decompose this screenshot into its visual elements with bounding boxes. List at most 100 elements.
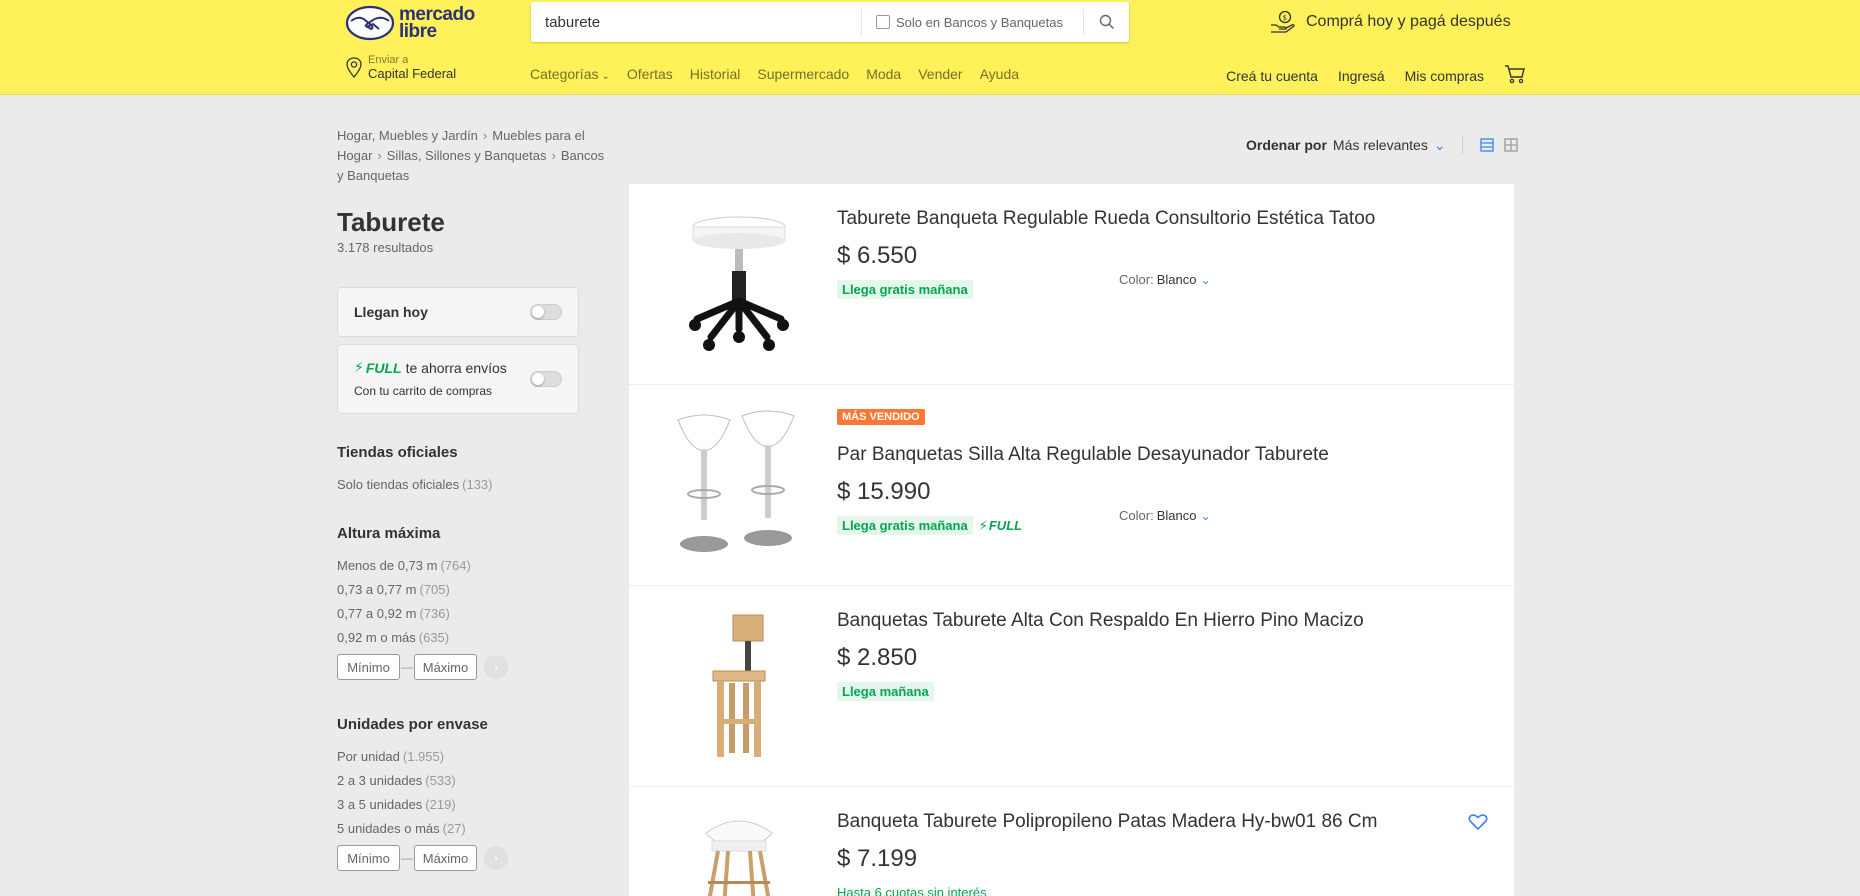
color-variant[interactable]: Color: Blanco ⌄ — [1119, 508, 1211, 523]
filter-option-count: (133) — [462, 477, 493, 492]
search-bar: Solo en Bancos y Banquetas — [531, 2, 1129, 42]
full-brand-text: FULL — [365, 359, 402, 376]
cart-icon — [1505, 65, 1525, 84]
results-list: Taburete Banqueta Regulable Rueda Consul… — [629, 184, 1514, 896]
cart-button[interactable] — [1504, 64, 1526, 87]
filter-option[interactable]: 0,77 a 0,92 m (736) — [337, 602, 607, 626]
chevron-right-icon: › — [377, 148, 382, 163]
result-item[interactable]: Banqueta Taburete Polipropileno Patas Ma… — [629, 787, 1514, 896]
filter-option-label: 3 a 5 unidades — [337, 797, 423, 812]
installments-info: Hasta 6 cuotas sin interés — [837, 885, 987, 896]
same-day-filter[interactable]: Llegan hoy — [337, 287, 579, 337]
height-range: Mínimo — Máximo › — [337, 654, 607, 680]
nav-vender[interactable]: Vender — [918, 66, 962, 82]
grid-view-icon[interactable] — [1503, 137, 1519, 153]
shipping-badge: Llega mañana — [837, 682, 934, 701]
filter-option-count: (1.955) — [402, 749, 445, 764]
shipping-location[interactable]: Enviar a Capital Federal — [344, 54, 456, 81]
range-max-input[interactable]: Máximo — [414, 654, 477, 680]
chevron-right-icon: › — [494, 660, 498, 674]
product-image[interactable] — [669, 606, 809, 766]
range-min-input[interactable]: Mínimo — [337, 845, 400, 871]
filter-option-label: 0,73 a 0,77 m — [337, 582, 417, 597]
chevron-right-icon: › — [482, 128, 488, 143]
nav-ayuda[interactable]: Ayuda — [980, 66, 1019, 82]
filter-option[interactable]: Solo tiendas oficiales (133) — [337, 473, 607, 497]
full-toggle[interactable] — [530, 371, 562, 387]
nav-categorias[interactable]: Categorías ⌄ — [530, 66, 610, 82]
product-image[interactable] — [669, 204, 809, 364]
shipping-badge: Llega gratis mañana — [837, 516, 973, 535]
mercadolibre-logo[interactable]: mercado libre — [345, 4, 480, 42]
result-item[interactable]: MÁS VENDIDO Par Banquetas Silla Alta Reg… — [629, 385, 1514, 586]
filter-option[interactable]: 5 unidades o más (27) — [337, 817, 607, 841]
search-button[interactable] — [1083, 9, 1129, 35]
list-view-icon[interactable] — [1479, 137, 1495, 153]
filter-option-label: 0,77 a 0,92 m — [337, 606, 417, 621]
range-dash: — — [401, 851, 413, 865]
shipping-info: Llega gratis mañana — [837, 280, 973, 299]
my-purchases-link[interactable]: Mis compras — [1405, 68, 1484, 84]
range-apply-button[interactable]: › — [484, 846, 508, 870]
product-title[interactable]: Par Banquetas Silla Alta Regulable Desay… — [837, 444, 1329, 466]
full-filter[interactable]: ⚡ FULL te ahorra envíos Con tu carrito de… — [337, 344, 579, 414]
result-item[interactable]: Taburete Banqueta Regulable Rueda Consul… — [629, 184, 1514, 385]
divider — [1461, 136, 1463, 154]
filter-group-title: Unidades por envase — [337, 716, 488, 733]
sort-label: Ordenar por — [1246, 137, 1327, 153]
product-image[interactable] — [669, 405, 809, 565]
login-link[interactable]: Ingresá — [1338, 68, 1385, 84]
bar-stools-pair-image — [677, 410, 795, 552]
chevron-right-icon: › — [551, 148, 556, 163]
breadcrumb-item[interactable]: Sillas, Sillones y Banquetas — [387, 148, 547, 163]
filter-option-label: 2 a 3 unidades — [337, 773, 423, 788]
filter-option[interactable]: 3 a 5 unidades (219) — [337, 793, 607, 817]
product-title[interactable]: Banquetas Taburete Alta Con Respaldo En … — [837, 610, 1364, 632]
product-title[interactable]: Taburete Banqueta Regulable Rueda Consul… — [837, 208, 1375, 230]
product-price: $ 2.850 — [837, 644, 918, 671]
range-dash: — — [401, 660, 413, 674]
nav-supermercado[interactable]: Supermercado — [757, 66, 849, 82]
chevron-down-icon: ⌄ — [1200, 272, 1211, 287]
shipping-info: Llega mañana — [837, 682, 934, 701]
filter-option-label: Por unidad — [337, 749, 400, 764]
same-day-toggle[interactable] — [530, 304, 562, 320]
product-title[interactable]: Banqueta Taburete Polipropileno Patas Ma… — [837, 811, 1377, 833]
full-badge: ⚡ FULL — [979, 518, 1022, 534]
sort-value: Más relevantes — [1332, 136, 1428, 153]
full-badge-text: FULL — [988, 518, 1023, 533]
range-apply-button[interactable]: › — [484, 655, 508, 679]
filter-option-label: 0,92 m o más — [337, 630, 416, 645]
filter-option[interactable]: 0,73 a 0,77 m (705) — [337, 578, 607, 602]
units-range: Mínimo — Máximo › — [337, 845, 607, 871]
handshake-logo-icon — [345, 5, 395, 41]
color-variant[interactable]: Color: Blanco ⌄ — [1119, 272, 1211, 287]
range-min-input[interactable]: Mínimo — [337, 654, 400, 680]
product-image[interactable] — [669, 815, 809, 896]
nav-historial[interactable]: Historial — [690, 66, 741, 82]
result-item[interactable]: Banquetas Taburete Alta Con Respaldo En … — [629, 586, 1514, 787]
chevron-down-icon: ⌄ — [1200, 508, 1211, 523]
filter-option[interactable]: Por unidad (1.955) — [337, 745, 607, 769]
sort-dropdown[interactable]: Más relevantes ⌄ — [1333, 137, 1446, 154]
range-max-input[interactable]: Máximo — [414, 845, 477, 871]
breadcrumb-item[interactable]: Hogar, Muebles y Jardín — [337, 128, 478, 143]
filter-option[interactable]: Menos de 0,73 m (764) — [337, 554, 607, 578]
shipping-badge: Llega gratis mañana — [837, 280, 973, 299]
search-input[interactable] — [531, 2, 861, 42]
checkbox-square[interactable] — [876, 15, 890, 29]
page-title: Taburete — [337, 207, 445, 237]
category-filter-checkbox[interactable]: Solo en Bancos y Banquetas — [861, 9, 1083, 35]
nav-moda[interactable]: Moda — [866, 66, 901, 82]
polypropylene-stool-image — [705, 820, 773, 896]
wooden-stool-image — [712, 614, 766, 757]
product-price: $ 6.550 — [837, 242, 918, 269]
nav-ofertas[interactable]: Ofertas — [627, 66, 673, 82]
chevron-down-icon: ⌄ — [1433, 136, 1446, 153]
create-account-link[interactable]: Creá tu cuenta — [1226, 68, 1318, 84]
filter-option[interactable]: 2 a 3 unidades (533) — [337, 769, 607, 793]
pay-later-promo[interactable]: $ Comprá hoy y pagá después — [1270, 10, 1511, 34]
filter-group-units-per-pack: Unidades por envase Por unidad (1.955) 2 … — [337, 716, 607, 871]
filter-option[interactable]: 0,92 m o más (635) — [337, 626, 607, 650]
favorite-button[interactable] — [1468, 813, 1488, 836]
